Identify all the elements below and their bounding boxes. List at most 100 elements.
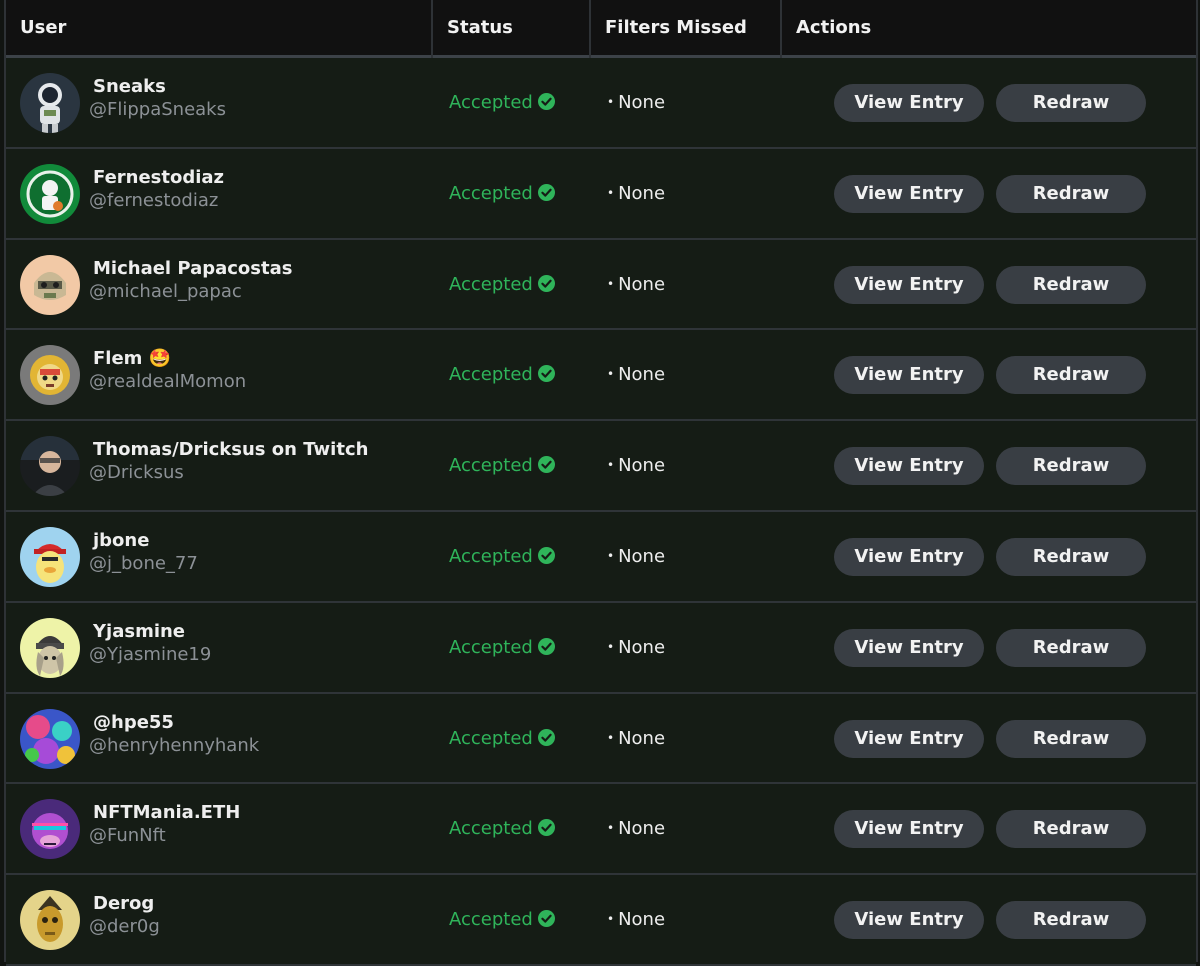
filters-missed-item: • None — [607, 364, 666, 386]
table-row: Derog @der0g Accepted • None View Entry R… — [6, 875, 1196, 966]
view-entry-button[interactable]: View Entry — [834, 265, 984, 304]
redraw-button[interactable]: Redraw — [996, 447, 1146, 486]
table-row: NFTMania.ETH @FunNft Accepted • None View… — [6, 784, 1196, 876]
table-row: jbone @j_bone_77 Accepted • None View Ent… — [6, 511, 1196, 603]
beanie-avatar — [20, 617, 80, 678]
filters-missed-item: • None — [607, 818, 666, 840]
check-circle-icon — [537, 910, 555, 932]
redraw-button[interactable]: Redraw — [996, 265, 1146, 304]
abstract-avatar — [20, 708, 80, 769]
filters-missed-text: None — [618, 727, 666, 749]
filters-missed-text: None — [618, 818, 666, 840]
table-row: Yjasmine @Yjasmine19 Accepted • None View… — [6, 602, 1196, 694]
redraw-button[interactable]: Redraw — [996, 719, 1146, 758]
view-entry-button[interactable]: View Entry — [834, 901, 984, 940]
filters-missed-item: • None — [607, 727, 666, 749]
view-entry-button[interactable]: View Entry — [834, 174, 984, 213]
status-text: Accepted — [449, 818, 533, 840]
redraw-button[interactable]: Redraw — [996, 84, 1146, 122]
table-row: @hpe55 @henryhennyhank Accepted • None Vi… — [6, 693, 1196, 785]
filters-missed-text: None — [618, 92, 666, 113]
user-name: Yjasmine — [93, 620, 186, 642]
status-text: Accepted — [449, 455, 533, 477]
view-entry-button[interactable]: View Entry — [834, 628, 984, 667]
table-row: Fernestodiaz @fernestodiaz Accepted • Non… — [6, 148, 1196, 240]
helmet-avatar — [20, 254, 80, 315]
user-handle: @j_bone_77 — [89, 552, 198, 574]
filters-missed-text: None — [618, 273, 666, 295]
redraw-button[interactable]: Redraw — [996, 628, 1146, 667]
redraw-button[interactable]: Redraw — [996, 810, 1146, 849]
filters-missed-item: • None — [607, 909, 666, 931]
user-name: @hpe55 — [93, 711, 174, 733]
redraw-button[interactable]: Redraw — [996, 174, 1146, 213]
user-handle: @Dricksus — [89, 462, 184, 484]
gold-mask-avatar — [20, 890, 80, 951]
filters-missed-text: None — [618, 909, 666, 931]
status-badge: Accepted — [449, 728, 555, 751]
user-handle: @henryhennyhank — [89, 734, 260, 756]
user-name: Derog — [93, 893, 155, 915]
status-badge: Accepted — [449, 274, 555, 297]
filters-missed-item: • None — [607, 455, 666, 477]
status-badge: Accepted — [449, 183, 555, 206]
check-circle-icon — [537, 365, 555, 387]
view-entry-button[interactable]: View Entry — [834, 810, 984, 849]
user-name: NFTMania.ETH — [93, 802, 241, 824]
check-circle-icon — [537, 456, 555, 478]
status-badge: Accepted — [449, 455, 555, 478]
status-text: Accepted — [449, 92, 533, 113]
check-circle-icon — [537, 546, 555, 569]
view-entry-button[interactable]: View Entry — [834, 356, 984, 395]
photo-avatar — [20, 436, 80, 497]
check-circle-icon — [537, 183, 555, 206]
table-row: Sneaks @FlippaSneaks Accepted • None View… — [6, 58, 1196, 149]
check-circle-icon — [537, 93, 555, 115]
header-filters-missed: Filters Missed — [605, 17, 747, 38]
status-badge: Accepted — [449, 909, 555, 932]
user-handle: @fernestodiaz — [89, 189, 219, 211]
filters-missed-text: None — [618, 364, 666, 386]
table-row: Flem 🤩 @realdealMomon Accepted • None Vie… — [6, 330, 1196, 422]
view-entry-button[interactable]: View Entry — [834, 84, 984, 122]
table-header: User Status Filters Missed Actions — [6, 0, 1196, 58]
status-badge: Accepted — [449, 818, 555, 841]
filters-missed-item: • None — [607, 182, 666, 204]
user-handle: @FlippaSneaks — [89, 99, 226, 120]
status-text: Accepted — [449, 182, 533, 204]
table-row: Thomas/Dricksus on Twitch @Dricksus Acce… — [6, 421, 1196, 512]
user-handle: @Yjasmine19 — [89, 643, 212, 665]
status-badge: Accepted — [449, 92, 555, 115]
view-entry-button[interactable]: View Entry — [834, 537, 984, 576]
status-text: Accepted — [449, 909, 533, 931]
redraw-button[interactable]: Redraw — [996, 356, 1146, 395]
user-handle: @realdealMomon — [89, 371, 247, 393]
filters-missed-text: None — [618, 182, 666, 204]
check-circle-icon — [537, 819, 555, 841]
status-badge: Accepted — [449, 637, 555, 660]
user-name: Sneaks — [93, 76, 166, 97]
status-text: Accepted — [449, 273, 533, 295]
check-circle-icon — [537, 728, 555, 751]
ape-avatar — [20, 799, 80, 860]
user-name: Thomas/Dricksus on Twitch — [93, 439, 369, 461]
status-text: Accepted — [449, 545, 533, 567]
check-circle-icon — [537, 637, 555, 660]
user-handle: @michael_papac — [89, 280, 242, 302]
header-user: User — [20, 17, 67, 38]
user-handle: @der0g — [89, 916, 160, 938]
user-name: Flem 🤩 — [93, 348, 172, 370]
redraw-button[interactable]: Redraw — [996, 901, 1146, 940]
status-text: Accepted — [449, 727, 533, 749]
status-badge: Accepted — [449, 546, 555, 569]
user-name: jbone — [93, 529, 150, 551]
user-name: Fernestodiaz — [93, 166, 225, 188]
view-entry-button[interactable]: View Entry — [834, 719, 984, 758]
redraw-button[interactable]: Redraw — [996, 537, 1146, 576]
view-entry-button[interactable]: View Entry — [834, 447, 984, 486]
filters-missed-item: • None — [607, 273, 666, 295]
lion-avatar — [20, 345, 80, 406]
astronaut-avatar — [20, 73, 80, 133]
green-logo-avatar — [20, 163, 80, 224]
status-text: Accepted — [449, 636, 533, 658]
